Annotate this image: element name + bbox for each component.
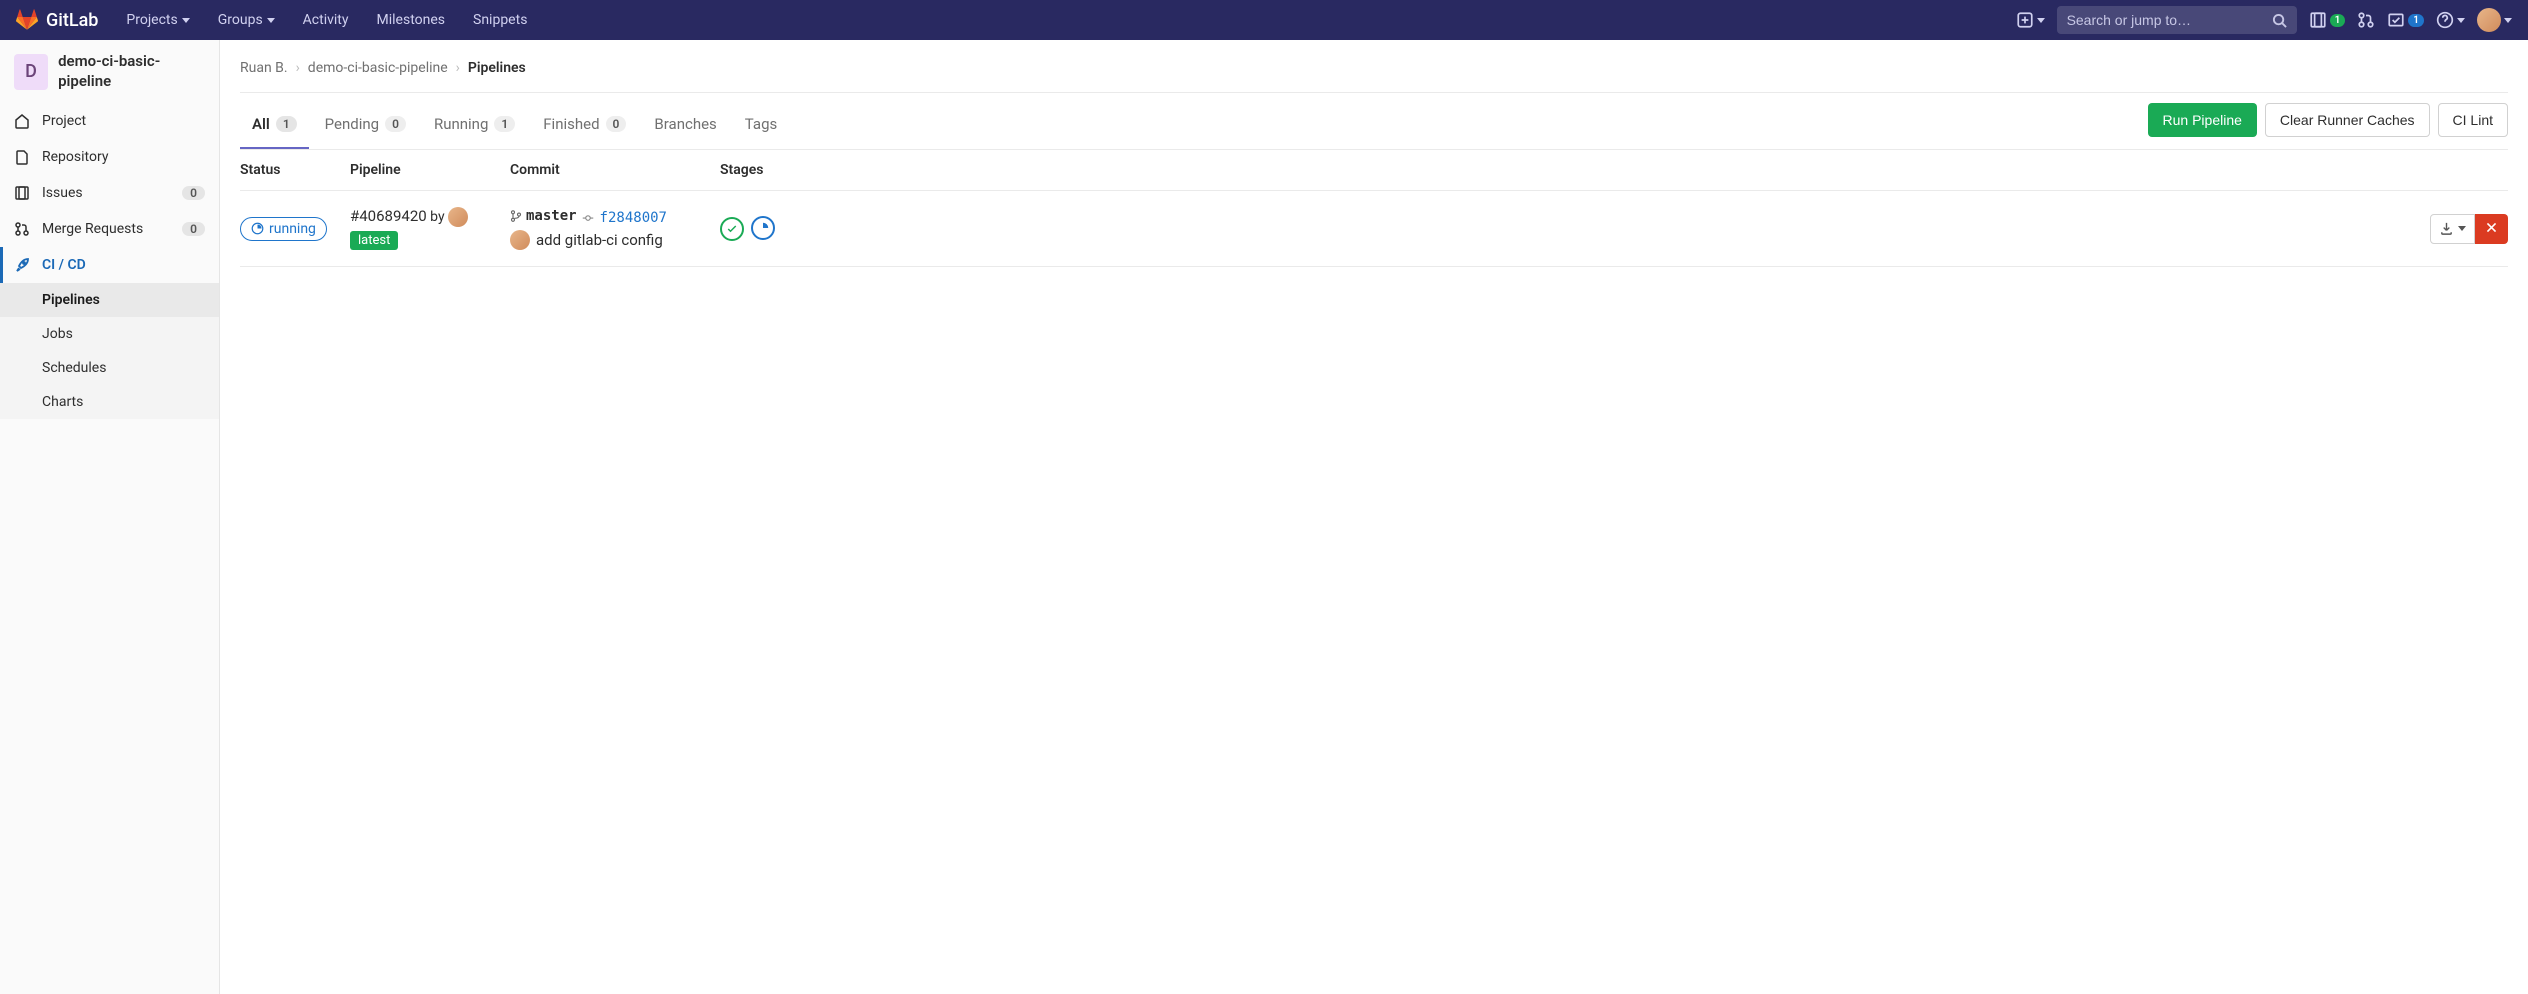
sidebar-item-cicd[interactable]: CI / CD xyxy=(0,247,219,283)
search-icon xyxy=(2272,13,2287,28)
stage-passed[interactable] xyxy=(720,217,744,241)
project-sidebar: D demo-ci-basic-pipeline Project Reposit… xyxy=(0,40,220,994)
col-pipeline: Pipeline xyxy=(350,162,510,178)
branch-icon xyxy=(510,210,522,222)
branch-link[interactable]: master xyxy=(510,208,577,224)
sidebar-item-merge-requests[interactable]: Merge Requests 0 xyxy=(0,211,219,247)
tab-finished[interactable]: Finished0 xyxy=(531,101,638,149)
file-icon xyxy=(14,149,30,165)
breadcrumb-current: Pipelines xyxy=(468,60,526,76)
nav-merge-requests[interactable] xyxy=(2357,11,2375,29)
ci-lint-button[interactable]: CI Lint xyxy=(2438,103,2508,137)
download-icon xyxy=(2439,221,2454,236)
merge-icon xyxy=(14,221,30,237)
col-status: Status xyxy=(240,162,350,178)
rocket-icon xyxy=(14,257,30,273)
check-icon xyxy=(726,223,738,235)
retry-dropdown[interactable] xyxy=(2430,214,2475,244)
project-name: demo-ci-basic-pipeline xyxy=(58,52,205,91)
gitlab-logo[interactable]: GitLab xyxy=(16,9,98,31)
pipeline-id[interactable]: #40689420 xyxy=(350,207,427,225)
nav-milestones[interactable]: Milestones xyxy=(365,2,458,38)
nav-projects[interactable]: Projects xyxy=(114,2,201,38)
running-icon xyxy=(756,221,770,235)
nav-issues[interactable]: 1 xyxy=(2309,11,2346,29)
mr-count: 0 xyxy=(182,222,205,236)
user-menu[interactable] xyxy=(2477,8,2512,32)
project-avatar: D xyxy=(14,54,48,90)
status-badge-running[interactable]: running xyxy=(240,217,327,241)
run-pipeline-button[interactable]: Run Pipeline xyxy=(2148,103,2257,137)
nav-groups[interactable]: Groups xyxy=(206,2,287,38)
col-commit: Commit xyxy=(510,162,720,178)
table-row: running #40689420 by latest mas xyxy=(240,191,2508,267)
commit-author-avatar[interactable] xyxy=(510,230,530,250)
latest-badge: latest xyxy=(350,231,398,250)
tab-all[interactable]: All1 xyxy=(240,101,309,149)
tanuki-icon xyxy=(16,9,38,31)
chevron-down-icon xyxy=(182,18,190,23)
commit-icon xyxy=(582,212,594,224)
search-input[interactable] xyxy=(2067,12,2272,28)
sub-charts[interactable]: Charts xyxy=(0,385,219,419)
sub-jobs[interactable]: Jobs xyxy=(0,317,219,351)
chevron-down-icon xyxy=(267,18,275,23)
commit-sha[interactable]: f2848007 xyxy=(600,210,667,226)
clear-caches-button[interactable]: Clear Runner Caches xyxy=(2265,103,2430,137)
commit-message[interactable]: add gitlab-ci config xyxy=(536,231,663,249)
user-avatar xyxy=(2477,8,2501,32)
breadcrumb: Ruan B. › demo-ci-basic-pipeline › Pipel… xyxy=(240,56,2508,93)
sub-schedules[interactable]: Schedules xyxy=(0,351,219,385)
tab-running[interactable]: Running1 xyxy=(422,101,527,149)
chevron-down-icon xyxy=(2504,18,2512,23)
nav-activity[interactable]: Activity xyxy=(291,2,361,38)
stage-running[interactable] xyxy=(751,216,775,240)
project-header[interactable]: D demo-ci-basic-pipeline xyxy=(0,40,219,103)
new-dropdown[interactable] xyxy=(2016,11,2045,29)
chevron-down-icon xyxy=(2457,18,2465,23)
issues-count: 0 xyxy=(182,186,205,200)
nav-performance[interactable] xyxy=(543,10,567,30)
todos-badge: 1 xyxy=(2408,14,2424,27)
tab-tags[interactable]: Tags xyxy=(733,101,789,149)
nav-help[interactable] xyxy=(2436,11,2465,29)
tab-branches[interactable]: Branches xyxy=(642,101,728,149)
breadcrumb-owner[interactable]: Ruan B. xyxy=(240,60,288,76)
table-header: Status Pipeline Commit Stages xyxy=(240,150,2508,191)
brand-name: GitLab xyxy=(46,10,98,31)
sidebar-item-issues[interactable]: Issues 0 xyxy=(0,175,219,211)
tabs-row: All1 Pending0 Running1 Finished0 Branche… xyxy=(240,101,2508,150)
tab-pending[interactable]: Pending0 xyxy=(313,101,418,149)
close-icon xyxy=(2485,221,2498,234)
chevron-right-icon: › xyxy=(456,60,460,76)
chevron-down-icon xyxy=(2037,18,2045,23)
col-stages: Stages xyxy=(720,162,2398,178)
sidebar-item-project[interactable]: Project xyxy=(0,103,219,139)
chevron-down-icon xyxy=(2458,226,2466,231)
author-avatar[interactable] xyxy=(448,207,468,227)
sub-pipelines[interactable]: Pipelines xyxy=(0,283,219,317)
main-content: Ruan B. › demo-ci-basic-pipeline › Pipel… xyxy=(220,40,2528,994)
nav-todos[interactable]: 1 xyxy=(2387,11,2424,29)
home-icon xyxy=(14,113,30,129)
top-navbar: GitLab Projects Groups Activity Mileston… xyxy=(0,0,2528,40)
pipeline-table: Status Pipeline Commit Stages running #4… xyxy=(240,150,2508,267)
sidebar-item-repository[interactable]: Repository xyxy=(0,139,219,175)
cancel-pipeline-button[interactable] xyxy=(2475,214,2508,244)
cicd-submenu: Pipelines Jobs Schedules Charts xyxy=(0,283,219,419)
issues-icon xyxy=(14,185,30,201)
running-icon xyxy=(251,222,264,235)
chevron-right-icon: › xyxy=(296,60,300,76)
breadcrumb-project[interactable]: demo-ci-basic-pipeline xyxy=(308,60,448,76)
nav-snippets[interactable]: Snippets xyxy=(461,2,539,38)
search-box[interactable] xyxy=(2057,6,2297,34)
issues-badge: 1 xyxy=(2330,14,2346,27)
